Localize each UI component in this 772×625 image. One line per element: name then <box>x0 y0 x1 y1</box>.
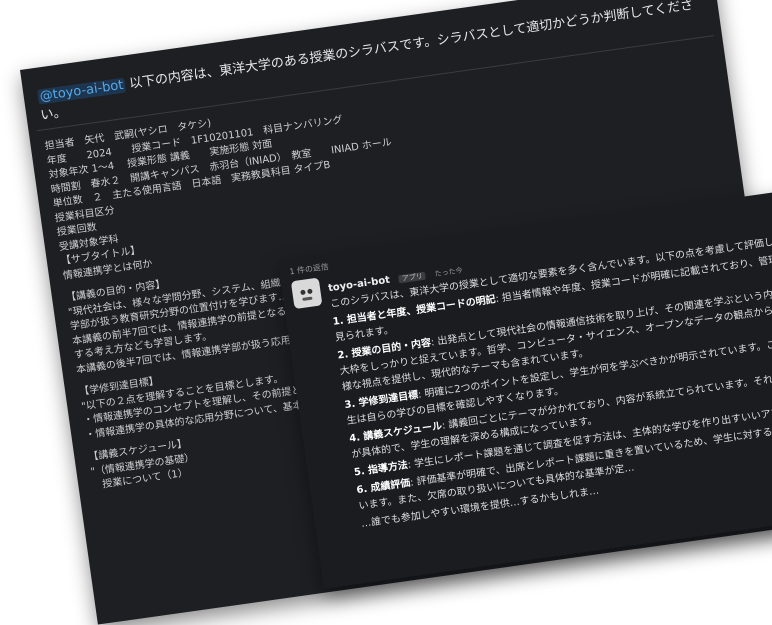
timestamp[interactable]: たった今 <box>434 266 463 278</box>
avatar-eye-right <box>307 288 313 295</box>
bot-mention[interactable]: @toyo-ai-bot <box>36 77 127 105</box>
reply-item-heading: 5. 指導方法 <box>353 459 409 479</box>
reply-item-heading: 6. 成績評価 <box>355 477 412 497</box>
avatar-mouth <box>302 296 313 301</box>
app-badge: アプリ <box>398 271 427 284</box>
bot-avatar[interactable] <box>290 277 323 310</box>
avatar-eye-left <box>300 289 306 296</box>
